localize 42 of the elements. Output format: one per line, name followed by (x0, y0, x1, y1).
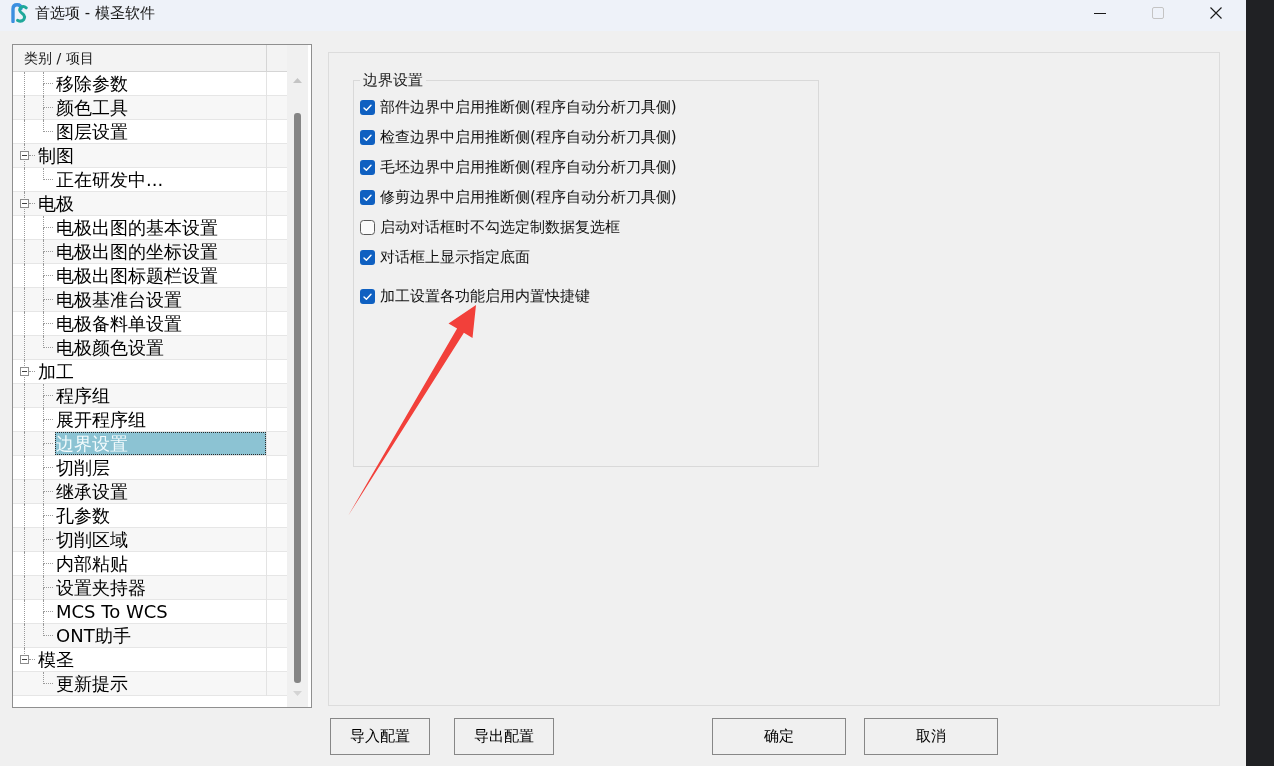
option-label[interactable]: 加工设置各功能启用内置快捷键 (380, 286, 590, 306)
checkbox[interactable] (360, 159, 375, 175)
import-button[interactable]: 导入配置 (330, 718, 430, 755)
window-title: 首选项 - 模圣软件 (35, 3, 155, 23)
option-label[interactable]: 毛坯边界中启用推断侧(程序自动分析刀具侧) (380, 157, 677, 177)
close-icon[interactable] (1210, 7, 1222, 19)
option-label[interactable]: 检查边界中启用推断侧(程序自动分析刀具侧) (380, 127, 677, 147)
tree-item[interactable]: 电极备料单设置 (55, 312, 266, 335)
tree-item[interactable]: 电极出图标题栏设置 (55, 264, 266, 287)
option-label[interactable]: 对话框上显示指定底面 (380, 247, 530, 267)
tree-item[interactable]: 加工 (37, 360, 266, 383)
cancel-button[interactable]: 取消 (864, 718, 998, 755)
tree-item[interactable]: 内部粘贴 (55, 552, 266, 575)
minus-box-icon[interactable] (20, 655, 29, 664)
checkbox[interactable] (360, 219, 375, 235)
minus-box-icon[interactable] (20, 367, 29, 376)
tree-item[interactable]: 正在研发中... (55, 168, 266, 191)
option-label[interactable]: 修剪边界中启用推断侧(程序自动分析刀具侧) (380, 187, 677, 207)
checkbox[interactable] (360, 99, 375, 115)
checkbox[interactable] (360, 129, 375, 145)
tree-item[interactable]: 移除参数 (55, 72, 266, 95)
tree-item[interactable]: 切削层 (55, 456, 266, 479)
group-title: 边界设置 (362, 70, 424, 90)
checkbox[interactable] (360, 189, 375, 205)
minus-box-icon[interactable] (20, 151, 29, 160)
tree-item[interactable]: 孔参数 (55, 504, 266, 527)
checkbox[interactable] (360, 249, 375, 265)
minimize-icon[interactable] (1094, 12, 1106, 14)
minus-box-icon[interactable] (20, 199, 29, 208)
tree-item[interactable]: 展开程序组 (55, 408, 266, 431)
export-button[interactable]: 导出配置 (454, 718, 554, 755)
tree-item[interactable]: 模圣 (37, 648, 266, 671)
app-logo-icon (10, 3, 28, 23)
scrollbar[interactable] (287, 45, 311, 707)
tree-item[interactable]: 图层设置 (55, 120, 266, 143)
scrollbar-thumb[interactable] (294, 113, 301, 683)
option-label[interactable]: 部件边界中启用推断侧(程序自动分析刀具侧) (380, 97, 677, 117)
ok-button[interactable]: 确定 (712, 718, 846, 755)
tree-item[interactable]: 电极出图的基本设置 (55, 216, 266, 239)
option-label[interactable]: 启动对话框时不勾选定制数据复选框 (380, 217, 620, 237)
checkbox[interactable] (360, 288, 375, 304)
tree-item[interactable]: MCS To WCS (55, 600, 266, 623)
